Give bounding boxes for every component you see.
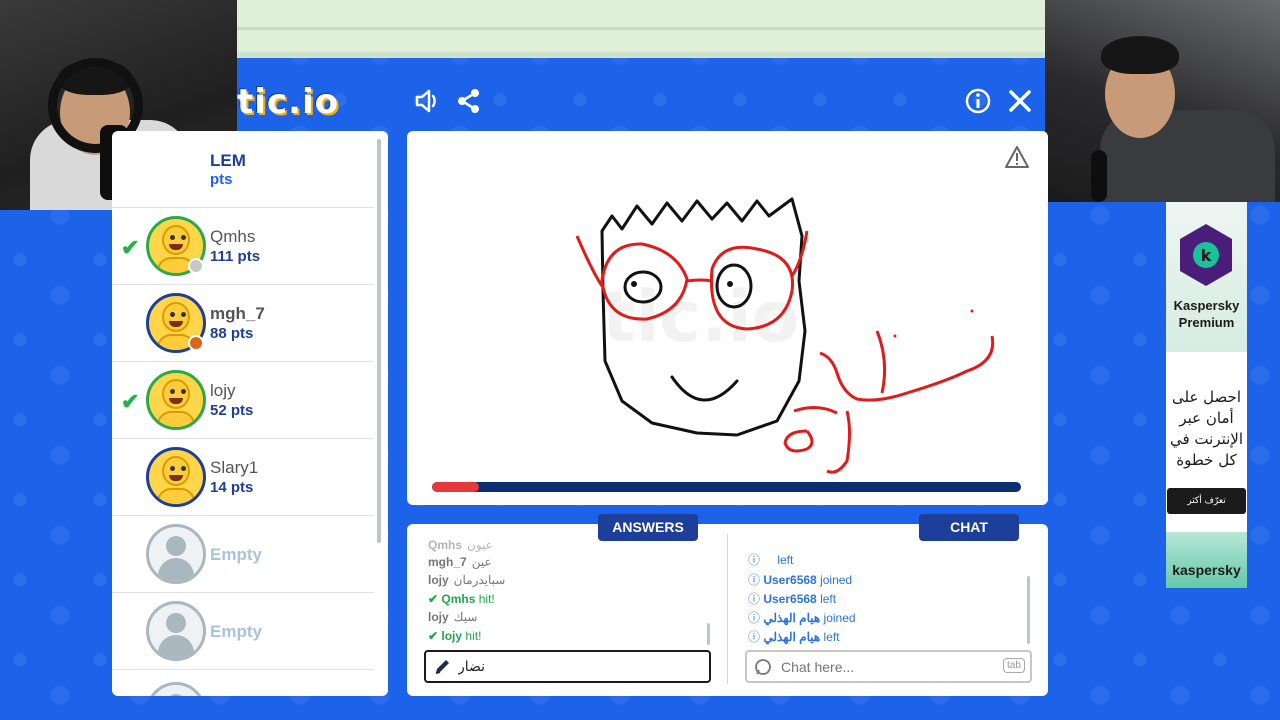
pencil-icon xyxy=(435,660,449,674)
share-icon[interactable] xyxy=(454,86,484,116)
hit-check-icon: ✔ xyxy=(428,592,442,606)
chat-bubble-icon xyxy=(755,659,771,675)
players-panel: LEM pts ✔ Qmhs 111 pts mgh_7 88 pts ✔ lo… xyxy=(112,131,388,696)
player-points: pts xyxy=(210,171,233,188)
hit-check-icon: ✔ xyxy=(428,629,442,643)
player-name: mgh_7 xyxy=(210,304,265,323)
empty-label: Empty xyxy=(210,622,262,641)
chat-message: ⓘ هيام الهذلي joined xyxy=(748,611,856,625)
player-row[interactable]: ✔ Qmhs 111 pts xyxy=(112,208,374,285)
empty-slot: Empty xyxy=(112,593,374,670)
empty-avatar-icon xyxy=(146,601,206,661)
answer-message: lojy سيك xyxy=(428,610,478,624)
svg-text:k: k xyxy=(1201,246,1212,265)
status-dot xyxy=(188,258,204,274)
panel-divider xyxy=(727,534,728,684)
ad-brand: Kaspersky Premium xyxy=(1173,298,1240,330)
empty-label: Empty xyxy=(210,545,262,564)
empty-slot xyxy=(112,670,374,696)
top-banner-area xyxy=(237,0,1045,58)
answer-message: mgh_7 عين xyxy=(428,555,492,569)
player-points: 52 pts xyxy=(210,402,254,419)
chat-message: ⓘ left xyxy=(748,553,794,567)
player-name: lojy xyxy=(210,381,236,400)
webcam-right xyxy=(1045,0,1280,202)
drawing: tic.io xyxy=(575,197,995,474)
ad-text: احصل على أمان عبر الإنترنت في كل خطوة xyxy=(1169,388,1244,469)
tab-chat[interactable]: CHAT xyxy=(919,514,1019,541)
app-logo: tic.io xyxy=(237,82,339,122)
sound-icon[interactable] xyxy=(412,86,442,116)
chat-input[interactable] xyxy=(745,650,1032,683)
tab-answers[interactable]: ANSWERS xyxy=(598,514,698,541)
answers-scrollbar[interactable] xyxy=(707,623,710,645)
answer-message: Qmhs عيون xyxy=(428,538,493,552)
close-icon[interactable] xyxy=(1005,86,1035,116)
empty-avatar-icon xyxy=(146,682,206,696)
avatar xyxy=(146,370,206,430)
player-row[interactable]: ✔ lojy 52 pts xyxy=(112,362,374,439)
info-icon[interactable] xyxy=(963,86,993,116)
guessed-check-icon: ✔ xyxy=(121,235,140,260)
tab-key-hint: tab xyxy=(1003,658,1025,673)
guessed-check-icon: ✔ xyxy=(121,389,140,414)
player-points: 14 pts xyxy=(210,479,254,496)
answer-hit-message: ✔ lojy hit! xyxy=(428,629,482,643)
player-row-partial[interactable]: LEM pts xyxy=(112,131,374,208)
status-dot xyxy=(188,335,204,351)
answer-message: lojy سبايدرمان xyxy=(428,573,506,587)
chat-scrollbar[interactable] xyxy=(1027,576,1030,644)
chat-message: ⓘ هيام الهذلي left xyxy=(748,630,840,644)
player-name: LEM xyxy=(210,151,246,170)
drawing-canvas[interactable]: tic.io xyxy=(407,131,1048,505)
avatar xyxy=(146,447,206,507)
kaspersky-logo-icon: k xyxy=(1180,224,1232,286)
player-name: Slary1 xyxy=(210,458,259,477)
chat-message: ⓘ User6568 left xyxy=(748,592,837,606)
round-timer-bar xyxy=(432,482,1021,492)
players-scrollbar[interactable] xyxy=(377,139,381,543)
empty-avatar-icon xyxy=(146,524,206,584)
player-name: Qmhs xyxy=(210,227,256,246)
chat-message: ⓘ User6568 joined xyxy=(748,573,853,587)
ad-footer-logo: kaspersky xyxy=(1172,562,1241,578)
answer-hit-message: ✔ Qmhs hit! xyxy=(428,592,495,606)
ad-cta-button[interactable]: تعرّف أكثر xyxy=(1167,488,1246,514)
player-points: 111 pts xyxy=(210,248,261,265)
answers-chat-panel: Qmhs عيون mgh_7 عين lojy سبايدرمان ✔ Qmhs h… xyxy=(407,524,1048,696)
player-points: 88 pts xyxy=(210,325,254,342)
empty-slot: Empty xyxy=(112,516,374,593)
player-row[interactable]: mgh_7 88 pts xyxy=(112,285,374,362)
advertisement-banner[interactable]: k Kaspersky Premium احصل على أمان عبر ال… xyxy=(1166,202,1247,588)
guess-input[interactable] xyxy=(424,650,711,683)
player-row[interactable]: Slary1 14 pts xyxy=(112,439,374,516)
round-timer-fill xyxy=(432,482,480,492)
